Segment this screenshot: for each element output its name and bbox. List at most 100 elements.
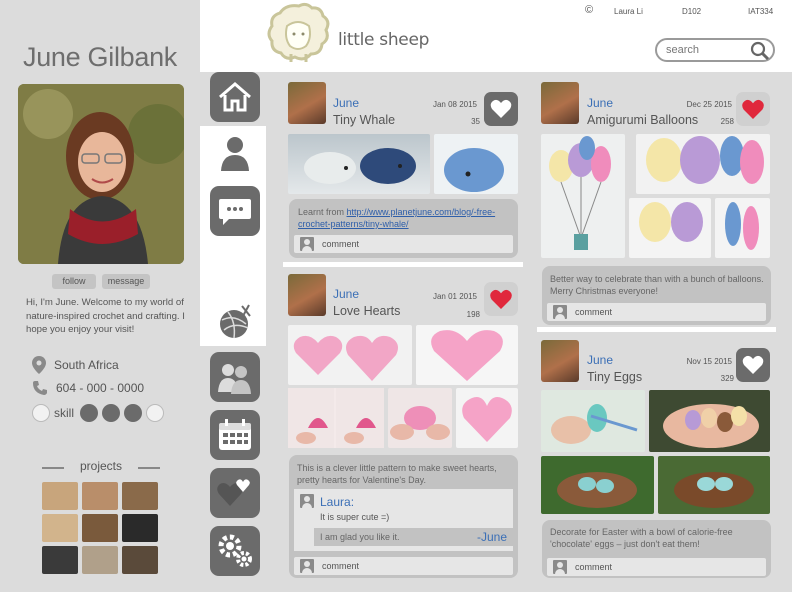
whale-closeup-illustration <box>444 148 504 192</box>
project-thumbnail[interactable] <box>42 482 78 510</box>
post-image[interactable] <box>629 198 711 258</box>
reply-box: Laura: It is super cute =) I am glad you… <box>294 489 513 551</box>
comment-bar[interactable]: comment <box>294 235 513 253</box>
project-thumbnail[interactable] <box>82 514 118 542</box>
like-button[interactable] <box>484 282 518 316</box>
avatar[interactable] <box>541 82 579 124</box>
comment-bar[interactable]: comment <box>547 558 766 576</box>
post-username[interactable]: June <box>333 96 359 110</box>
heart-finished-illustration <box>462 397 512 442</box>
post-description: Decorate for Easter with a bowl of calor… <box>550 527 733 549</box>
post-image[interactable] <box>636 134 770 194</box>
project-thumbnail[interactable] <box>122 514 158 542</box>
post-image[interactable] <box>456 388 518 448</box>
profile-panel: June Gilbank follow message Hi, I'm June… <box>0 0 200 592</box>
sheep-logo-icon[interactable] <box>266 2 332 66</box>
post-title: Amigurumi Balloons <box>587 113 699 127</box>
comment-label: comment <box>322 561 360 571</box>
project-thumbnail[interactable] <box>82 546 118 574</box>
location-text: South Africa <box>54 358 119 372</box>
user-icon <box>553 305 567 319</box>
post-image[interactable] <box>416 325 518 385</box>
gears-icon <box>218 534 252 567</box>
search-icon[interactable] <box>750 41 770 61</box>
post-username[interactable]: June <box>587 353 613 367</box>
like-button[interactable] <box>484 92 518 126</box>
post-username[interactable]: June <box>587 96 613 110</box>
post-image[interactable] <box>434 134 518 194</box>
author-name: Laura Li <box>614 7 643 16</box>
search-input[interactable]: search <box>666 44 699 56</box>
nav-home-button[interactable] <box>210 72 260 122</box>
search-field[interactable]: search <box>655 38 775 62</box>
comment-label: comment <box>575 562 613 572</box>
post-image[interactable] <box>541 390 645 452</box>
nav-calendar-button[interactable] <box>210 410 260 460</box>
crochet-steps-illustration <box>288 388 384 448</box>
reply-response: I am glad you like it. -June <box>314 528 513 546</box>
user-icon <box>300 237 314 251</box>
like-button[interactable] <box>736 348 770 382</box>
post-image[interactable] <box>658 456 770 514</box>
heart-filled-icon <box>742 99 764 119</box>
skill-level-icon <box>102 404 120 422</box>
post-image[interactable] <box>388 388 452 448</box>
nav-profile-button[interactable] <box>210 128 260 178</box>
projects-title: projects <box>42 459 160 473</box>
skill-level-empty-icon <box>146 404 164 422</box>
phone-icon <box>33 381 47 395</box>
room-code: D102 <box>682 7 702 16</box>
post-date: Dec 25 2015 <box>686 100 732 109</box>
post-username[interactable]: June <box>333 287 359 301</box>
hearts-icon <box>217 479 250 506</box>
post-description: This is a clever little pattern to make … <box>297 463 497 485</box>
like-count: 258 <box>720 117 734 126</box>
heart-filled-icon <box>490 289 512 309</box>
avatar[interactable] <box>288 82 326 124</box>
nav-favorites-button[interactable] <box>210 468 260 518</box>
post-image[interactable] <box>649 390 770 452</box>
project-thumbnail[interactable] <box>122 482 158 510</box>
course-code: IAT334 <box>748 7 774 16</box>
project-thumbnail[interactable] <box>122 546 158 574</box>
nav-settings-button[interactable] <box>210 526 260 576</box>
project-thumbnail[interactable] <box>82 482 118 510</box>
nav-messages-button[interactable] <box>210 186 260 236</box>
comment-label: comment <box>322 239 360 249</box>
like-count: 329 <box>720 374 734 383</box>
post-image[interactable] <box>288 325 412 385</box>
eggs-in-hands-illustration <box>663 404 759 448</box>
reply-response-signature[interactable]: -June <box>477 530 507 544</box>
post-image[interactable] <box>715 198 770 258</box>
post-image[interactable] <box>541 456 654 514</box>
reply-author[interactable]: Laura: <box>320 495 354 509</box>
post-divider <box>283 262 523 267</box>
description-prefix: Learnt from <box>298 207 347 217</box>
comment-bar[interactable]: comment <box>547 303 766 321</box>
post-description-box: Learnt from http://www.planetjune.com/bl… <box>289 199 518 258</box>
yarn-ball-icon <box>220 304 251 339</box>
post-image[interactable] <box>541 134 625 258</box>
post-image[interactable] <box>288 388 384 448</box>
skill-level-icon <box>80 404 98 422</box>
follow-button[interactable]: follow <box>52 274 96 289</box>
like-count: 35 <box>471 117 480 126</box>
message-button[interactable]: message <box>102 274 150 289</box>
balloons-closeup-illustration <box>646 136 764 184</box>
user-icon <box>553 560 567 574</box>
avatar[interactable] <box>541 340 579 382</box>
balloons-pair-illustration <box>639 202 703 242</box>
comment-label: comment <box>575 307 613 317</box>
post-divider <box>537 327 776 332</box>
project-thumbnail[interactable] <box>42 514 78 542</box>
like-button[interactable] <box>736 92 770 126</box>
project-thumbnail[interactable] <box>42 546 78 574</box>
post-image[interactable] <box>288 134 430 194</box>
comment-bar[interactable]: comment <box>294 557 513 575</box>
post-description: Learnt from http://www.planetjune.com/bl… <box>298 206 512 230</box>
reply-response-text: I am glad you like it. <box>320 532 400 542</box>
nav-friends-button[interactable] <box>210 352 260 402</box>
post-title: Tiny Whale <box>333 113 396 127</box>
nav-yarn-button[interactable] <box>210 296 260 346</box>
avatar[interactable] <box>288 274 326 316</box>
